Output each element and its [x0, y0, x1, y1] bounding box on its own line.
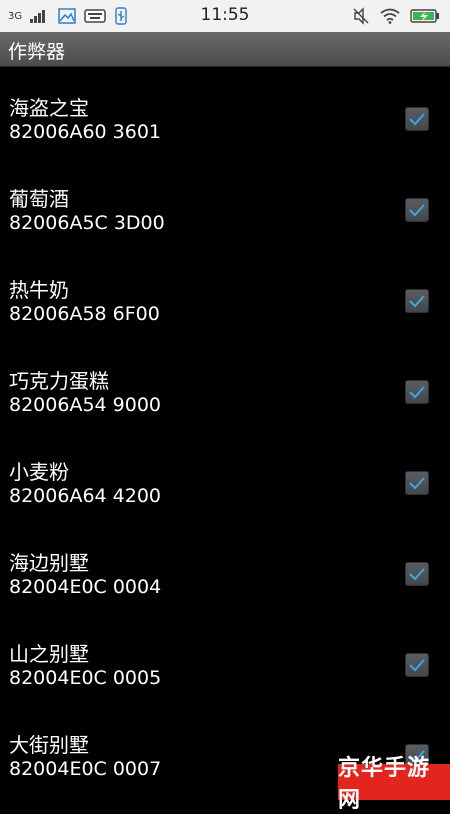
check-icon	[409, 659, 425, 672]
cheat-checkbox[interactable]	[405, 471, 429, 495]
wifi-icon	[380, 8, 400, 24]
check-icon	[409, 477, 425, 490]
battery-charging-icon	[410, 9, 440, 23]
check-icon	[409, 113, 425, 126]
list-item[interactable]: 海边别墅 82004E0C 0004	[0, 521, 450, 612]
list-item[interactable]: 小麦粉 82006A64 4200	[0, 430, 450, 521]
cheat-code: 82006A64 4200	[9, 485, 162, 507]
cheat-name: 葡萄酒	[9, 187, 69, 211]
watermark: 京华手游网	[338, 756, 450, 813]
cheat-code: 82004E0C 0007	[9, 758, 162, 780]
cheat-code: 82006A54 9000	[9, 394, 162, 416]
check-icon	[409, 204, 425, 217]
check-icon	[409, 386, 425, 399]
mute-icon	[352, 7, 370, 25]
cheat-checkbox[interactable]	[405, 107, 429, 131]
list-item[interactable]: 海盗之宝 82006A60 3601	[0, 66, 450, 157]
cheat-code: 82004E0C 0004	[9, 576, 162, 598]
cheat-name: 海边别墅	[9, 551, 89, 575]
cheat-name: 山之别墅	[9, 642, 89, 666]
cheat-list: 海盗之宝 82006A60 3601 葡萄酒 82006A5C 3D00 热牛奶…	[0, 66, 450, 794]
cheat-code: 82006A60 3601	[9, 121, 162, 143]
list-item[interactable]: 葡萄酒 82006A5C 3D00	[0, 157, 450, 248]
cheat-checkbox[interactable]	[405, 562, 429, 586]
page-title: 作弊器	[8, 41, 66, 63]
cheat-code: 82006A58 6F00	[9, 303, 160, 325]
cheat-name: 海盗之宝	[9, 96, 89, 120]
list-item[interactable]: 巧克力蛋糕 82006A54 9000	[0, 339, 450, 430]
check-icon	[409, 568, 425, 581]
cheat-checkbox[interactable]	[405, 289, 429, 313]
watermark-text: 京华手游网	[338, 756, 431, 813]
cheat-checkbox[interactable]	[405, 653, 429, 677]
cheat-checkbox[interactable]	[405, 198, 429, 222]
cheat-name: 小麦粉	[9, 460, 69, 484]
title-bar: 作弊器	[0, 32, 450, 67]
cheat-code: 82006A5C 3D00	[9, 212, 165, 234]
list-item[interactable]: 热牛奶 82006A58 6F00	[0, 248, 450, 339]
list-item[interactable]: 山之别墅 82004E0C 0005	[0, 612, 450, 703]
cheat-code: 82004E0C 0005	[9, 667, 162, 689]
status-bar: 3G 11:55	[0, 0, 450, 32]
cheat-name: 巧克力蛋糕	[9, 369, 109, 393]
cheat-checkbox[interactable]	[405, 380, 429, 404]
cheat-name: 热牛奶	[9, 278, 69, 302]
cheat-name: 大街别墅	[9, 733, 89, 757]
check-icon	[409, 295, 425, 308]
